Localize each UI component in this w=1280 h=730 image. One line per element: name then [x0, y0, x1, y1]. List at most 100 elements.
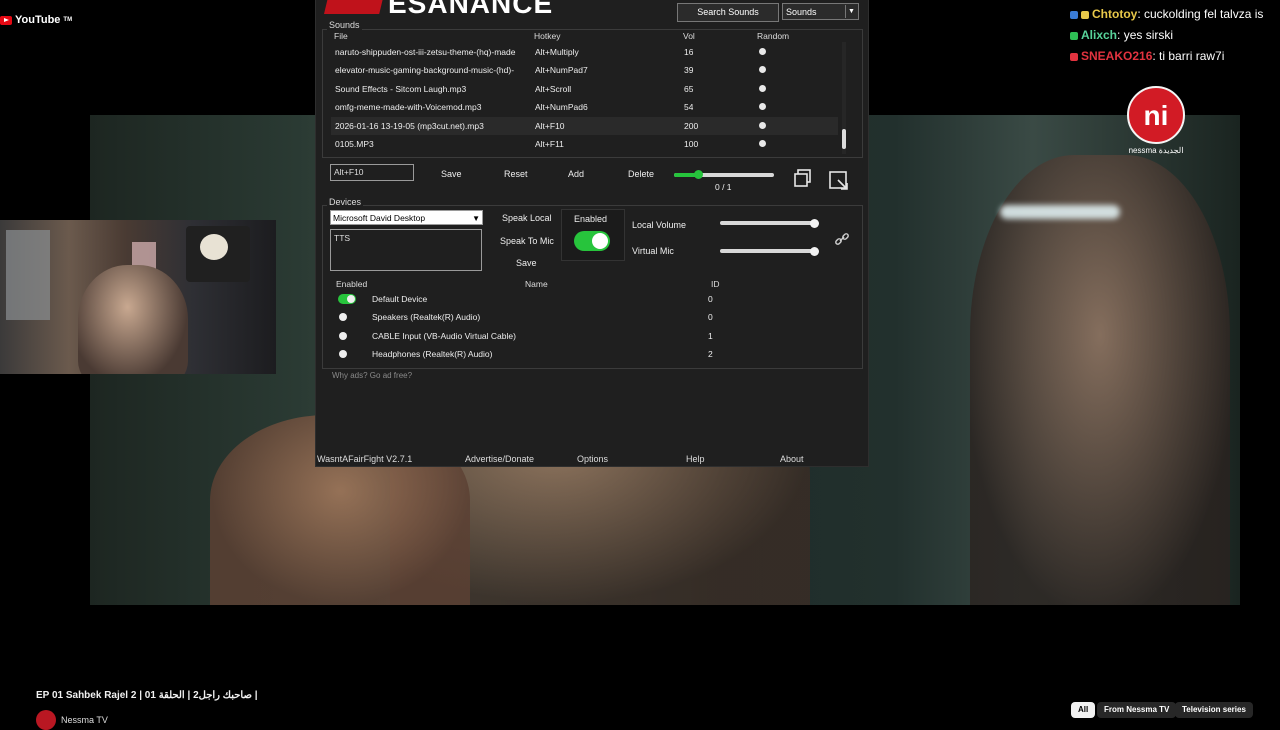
device-row[interactable]: Default Device 0	[331, 290, 838, 308]
device-name: Speakers (Realtek(R) Audio)	[372, 312, 481, 322]
tts-textarea[interactable]: TTS	[330, 229, 482, 271]
nessma-logo: ni nessma الجديدة	[1126, 86, 1186, 155]
sound-row[interactable]: naruto-shippuden-ost-iii-zetsu-theme-(hq…	[331, 43, 838, 61]
speak-to-mic-button[interactable]: Speak To Mic	[500, 236, 554, 246]
chat-line: Alixch: yes sirski	[1070, 25, 1280, 46]
about-link[interactable]: About	[780, 454, 804, 464]
sound-row[interactable]: omfg-meme-made-with-Voicemod.mp3 Alt+Num…	[331, 98, 838, 116]
sound-hotkey: Alt+F10	[535, 121, 565, 131]
chat-message: yes sirski	[1123, 28, 1174, 42]
device-row[interactable]: Headphones (Realtek(R) Audio) 2	[331, 345, 838, 363]
chat-overlay: Chtotoy: cuckolding fel talvza is Alixch…	[1070, 4, 1280, 67]
device-row[interactable]: Speakers (Realtek(R) Audio) 0	[331, 308, 838, 326]
chip-all[interactable]: All	[1071, 702, 1096, 718]
version-label: WasntAFairFight V2.7.1	[317, 454, 413, 464]
nessma-logo-mark: ni	[1127, 86, 1185, 144]
column-enabled[interactable]: Enabled	[336, 279, 367, 289]
local-volume-knob[interactable]	[810, 219, 820, 228]
enabled-toggle[interactable]	[574, 231, 610, 251]
voice-select[interactable]: Microsoft David Desktop ▼	[330, 210, 483, 225]
chip-from-channel[interactable]: From Nessma TV	[1097, 702, 1177, 718]
channel-info[interactable]: Nessma TV	[36, 710, 108, 730]
device-enabled-toggle[interactable]	[338, 349, 356, 359]
options-link[interactable]: Options	[577, 454, 608, 464]
chat-message: ti barri raw7i	[1159, 49, 1225, 63]
sound-file: 2026-01-16 13-19-05 (mp3cut.net).mp3	[335, 121, 484, 131]
random-toggle[interactable]	[759, 48, 766, 55]
sound-row[interactable]: 0105.MP3 Alt+F11 100	[331, 135, 838, 153]
sound-row-selected[interactable]: 2026-01-16 13-19-05 (mp3cut.net).mp3 Alt…	[331, 117, 838, 135]
tts-save-button[interactable]: Save	[516, 258, 537, 268]
sound-hotkey: Alt+F11	[535, 139, 564, 149]
search-sounds-button[interactable]: Search Sounds	[677, 3, 779, 22]
link-icon[interactable]	[834, 231, 850, 247]
device-name: CABLE Input (VB-Audio Virtual Cable)	[372, 331, 516, 341]
device-enabled-toggle[interactable]	[338, 294, 356, 304]
device-enabled-toggle[interactable]	[338, 331, 356, 341]
chevron-down-icon: ▼	[472, 214, 480, 223]
toggle-knob	[339, 313, 347, 321]
hotkey-input[interactable]: Alt+F10	[330, 164, 414, 181]
sound-vol: 39	[684, 65, 694, 75]
reset-button[interactable]: Reset	[504, 169, 528, 179]
mode-select[interactable]: Sounds ▼	[782, 3, 859, 20]
device-row[interactable]: CABLE Input (VB-Audio Virtual Cable) 1	[331, 327, 838, 345]
add-button[interactable]: Add	[568, 169, 584, 179]
youtube-logo[interactable]: YouTube TM	[0, 14, 72, 26]
column-random[interactable]: Random	[757, 31, 789, 41]
chevron-down-icon: ▼	[845, 5, 857, 18]
copy-icon[interactable]	[793, 168, 813, 188]
sounds-scroll-thumb[interactable]	[842, 129, 846, 149]
ad-free-link[interactable]: Why ads? Go ad free?	[332, 371, 412, 380]
column-hotkey[interactable]: Hotkey	[534, 31, 560, 41]
sound-row[interactable]: Sound Effects - Sitcom Laugh.mp3 Alt+Scr…	[331, 80, 838, 98]
device-name: Headphones (Realtek(R) Audio)	[372, 349, 493, 359]
speak-local-button[interactable]: Speak Local	[502, 213, 552, 223]
help-link[interactable]: Help	[686, 454, 705, 464]
column-file[interactable]: File	[334, 31, 348, 41]
device-id: 2	[708, 349, 713, 359]
device-id: 1	[708, 331, 713, 341]
column-vol[interactable]: Vol	[683, 31, 695, 41]
sound-vol: 16	[684, 47, 694, 57]
overlay-window-icon[interactable]	[828, 170, 850, 192]
random-toggle[interactable]	[759, 85, 766, 92]
webcam-skull-icon	[200, 234, 228, 260]
virtual-mic-slider[interactable]	[720, 249, 816, 253]
random-toggle[interactable]	[759, 66, 766, 73]
column-name[interactable]: Name	[525, 279, 548, 289]
channel-name[interactable]: Nessma TV	[61, 715, 108, 725]
random-toggle[interactable]	[759, 103, 766, 110]
badge-icon	[1070, 52, 1078, 61]
random-toggle[interactable]	[759, 122, 766, 129]
youtube-play-icon	[0, 15, 12, 25]
mode-select-value: Sounds	[786, 7, 817, 17]
toggle-knob	[339, 350, 347, 358]
chat-username: Alixch	[1081, 28, 1118, 42]
sound-file: 0105.MP3	[335, 139, 374, 149]
chat-username: SNEAKO216	[1081, 49, 1153, 63]
devices-group-label: Devices	[327, 197, 364, 207]
channel-avatar[interactable]	[36, 710, 56, 730]
sound-file: Sound Effects - Sitcom Laugh.mp3	[335, 84, 467, 94]
local-volume-slider[interactable]	[720, 221, 816, 225]
app-brand: ESANANCE	[324, 0, 644, 19]
chip-television-series[interactable]: Television series	[1175, 702, 1253, 718]
sound-row[interactable]: elevator-music-gaming-background-music-(…	[331, 61, 838, 79]
voice-select-value: Microsoft David Desktop	[333, 213, 426, 223]
virtual-mic-knob[interactable]	[810, 247, 820, 256]
chat-line: Chtotoy: cuckolding fel talvza is	[1070, 4, 1280, 25]
device-id: 0	[708, 294, 713, 304]
toggle-knob	[592, 233, 608, 249]
advertise-donate-link[interactable]: Advertise/Donate	[465, 454, 534, 464]
device-enabled-toggle[interactable]	[338, 312, 356, 322]
save-button[interactable]: Save	[441, 169, 462, 179]
random-toggle[interactable]	[759, 140, 766, 147]
sound-file: naruto-shippuden-ost-iii-zetsu-theme-(hq…	[335, 47, 516, 57]
sound-slider-knob[interactable]	[694, 170, 703, 179]
video-title[interactable]: EP 01 Sahbek Rajel 2 | صاحبك راجل2 | الح…	[36, 690, 258, 701]
column-id[interactable]: ID	[711, 279, 720, 289]
sounds-group-label: Sounds	[327, 20, 362, 30]
sound-hotkey: Alt+NumPad6	[535, 102, 588, 112]
delete-button[interactable]: Delete	[628, 169, 654, 179]
